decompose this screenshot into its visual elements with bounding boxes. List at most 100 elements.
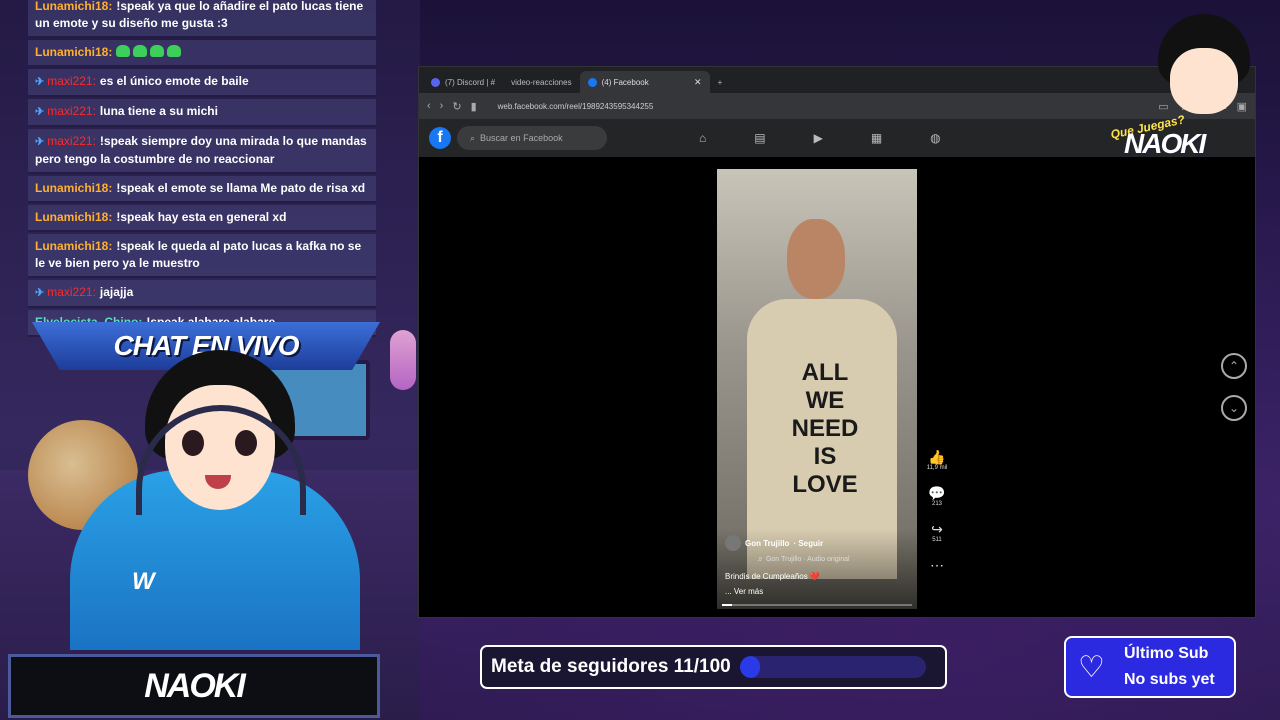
streamer-nameplate: NAOKI — [8, 654, 380, 718]
share-button[interactable]: ↪ 511 — [925, 521, 949, 543]
tab-label: (7) Discord | # — [445, 77, 496, 87]
like-icon: 👍 — [928, 449, 946, 465]
reel-actions: 👍 11,9 mil 💬 213 ↪ 511 ⋯ — [925, 449, 949, 587]
more-icon: ⋯ — [930, 557, 944, 573]
like-button[interactable]: 👍 11,9 mil — [925, 449, 949, 471]
tab-discord[interactable]: (7) Discord | # — [423, 71, 503, 93]
video-head — [787, 219, 845, 299]
back-icon[interactable]: ‹ — [427, 100, 431, 112]
reel-caption: Brindis de Cumpleaños ❤️ — [725, 572, 820, 581]
shirt-text-line: ALL — [801, 359, 849, 386]
author-name[interactable]: Gon Trujillo — [745, 539, 789, 548]
sword-badge-icon: ✈ — [35, 106, 45, 118]
reel-audio[interactable]: ♬ Gon Trujillo · Audio original — [757, 556, 850, 563]
chevron-down-icon: ⌄ — [1228, 401, 1240, 415]
channel-branding: Que Juegas? NAOKI — [1108, 8, 1258, 159]
chat-username: Lunamichi18: — [35, 210, 113, 224]
reel-author: Gon Trujillo · Seguir — [725, 535, 823, 551]
facebook-nav: ⌂ ▤ ▶ ▦ ◍ — [699, 131, 941, 145]
frog-emote-icon — [167, 45, 182, 57]
chat-username: maxi221: — [47, 74, 96, 88]
pages-icon[interactable]: ▤ — [754, 131, 765, 145]
heart-icon: ♡ — [1078, 650, 1105, 684]
chat-message: Lunamichi18: !speak hay esta en general x… — [28, 205, 376, 232]
chat-message: ✈ maxi221: luna tiene a su michi — [28, 99, 376, 127]
chat-message: Lunamichi18: !speak el emote se llama Me … — [28, 176, 376, 203]
chat-username: Lunamichi18: — [35, 181, 113, 195]
comment-icon: 💬 — [928, 485, 946, 501]
tab-video-reacciones[interactable]: video-reacciones — [503, 71, 579, 93]
last-sub-title: Último Sub — [1124, 645, 1209, 662]
last-sub-value: No subs yet — [1124, 671, 1215, 688]
chat-username: maxi221: — [47, 104, 96, 118]
chat-message: Lunamichi18: !speak ya que lo añadire el … — [28, 0, 376, 38]
close-tab-icon[interactable]: ✕ — [694, 77, 702, 88]
marketplace-icon[interactable]: ▦ — [871, 131, 882, 145]
sword-badge-icon: ✈ — [35, 136, 45, 148]
previous-reel-button[interactable]: ⌃ — [1221, 353, 1247, 379]
frog-emote-icon — [133, 45, 148, 57]
follow-link[interactable]: · Seguir — [793, 539, 823, 548]
shirt-text-line: WE — [805, 387, 845, 414]
comment-button[interactable]: 💬 213 — [925, 485, 949, 507]
sword-badge-icon: ✈ — [35, 76, 45, 88]
follower-goal: Meta de seguidores 11/100 — [480, 645, 947, 689]
goal-progress-fill — [739, 656, 761, 678]
brand-name: NAOKI — [1124, 128, 1206, 159]
address-bar[interactable]: web.facebook.com/reel/1989243595344255 — [498, 102, 654, 111]
discord-icon — [431, 77, 440, 87]
chat-text: es el único emote de baile — [99, 74, 249, 88]
forward-icon[interactable]: › — [440, 100, 444, 112]
reel-progress-fill — [722, 604, 732, 606]
shirt-text-line: IS — [813, 443, 837, 470]
sword-badge-icon: ✈ — [35, 287, 45, 299]
plus-icon: + — [717, 77, 723, 87]
author-avatar[interactable] — [725, 535, 741, 551]
next-reel-button[interactable]: ⌄ — [1221, 395, 1247, 421]
tab-label: video-reacciones — [511, 77, 572, 87]
last-sub-text: Último Sub No subs yet — [1124, 641, 1215, 693]
new-tab-button[interactable]: + — [710, 71, 731, 93]
chat-username: Lunamichi18: — [35, 45, 113, 59]
brand-avatar-face — [1170, 48, 1238, 114]
chevron-up-icon: ⌃ — [1228, 359, 1240, 373]
chat-message: ✈ maxi221: es el único emote de baile — [28, 69, 376, 97]
share-icon: ↪ — [931, 521, 943, 537]
chat-username: maxi221: — [47, 285, 96, 299]
chat-message: ✈ maxi221: !speak siempre doy una mirada l… — [28, 129, 376, 174]
chat-message: Lunamichi18: !speak le queda al pato luca… — [28, 234, 376, 278]
reel-video[interactable]: ALL WE NEED IS LOVE Gon Trujillo · Seguir ♬ … — [717, 169, 917, 609]
facebook-logo-icon[interactable]: f — [429, 127, 451, 149]
action-count: 213 — [931, 501, 942, 507]
facebook-search[interactable]: ⌕ Buscar en Facebook — [457, 126, 607, 150]
video-person: ALL WE NEED IS LOVE — [747, 209, 897, 579]
home-icon[interactable]: ⌂ — [699, 131, 706, 145]
gaming-icon[interactable]: ◍ — [930, 131, 940, 145]
facebook-favicon-icon — [587, 77, 597, 87]
search-placeholder: Buscar en Facebook — [480, 133, 563, 143]
chat-text: !speak el emote se llama Me pato de risa… — [116, 181, 366, 195]
chat-message: Lunamichi18: — [28, 40, 376, 67]
more-button[interactable]: ⋯ — [925, 557, 949, 573]
chat-text: luna tiene a su michi — [99, 104, 218, 118]
chat-username: maxi221: — [47, 134, 96, 148]
chat-text: !speak hay esta en general xd — [116, 210, 287, 224]
reel-progress[interactable] — [722, 604, 912, 606]
bookmark-icon[interactable]: ▮ — [471, 100, 477, 113]
goal-label: Meta de seguidores 11/100 — [491, 656, 731, 677]
video-icon[interactable]: ▶ — [814, 131, 823, 145]
action-count: 11,9 mil — [926, 465, 948, 471]
chat-username: Lunamichi18: — [35, 239, 113, 253]
reload-icon[interactable]: ↻ — [452, 100, 461, 113]
last-sub-widget: ♡ Último Sub No subs yet — [1064, 636, 1236, 698]
reel-navigation: ⌃ ⌄ — [1221, 353, 1247, 437]
tab-label: (4) Facebook — [601, 77, 649, 87]
shirt-text-line: LOVE — [792, 471, 858, 498]
lamp-decoration — [390, 330, 416, 390]
frog-emote-icon — [150, 45, 165, 57]
chat-message: ✈ maxi221: jajajja — [28, 280, 376, 308]
see-more-link[interactable]: ... Ver más — [725, 587, 763, 596]
tab-facebook[interactable]: (4) Facebook ✕ — [579, 71, 710, 93]
action-count: 511 — [932, 537, 942, 543]
shirt-text: ALL WE NEED IS LOVE — [785, 359, 865, 499]
